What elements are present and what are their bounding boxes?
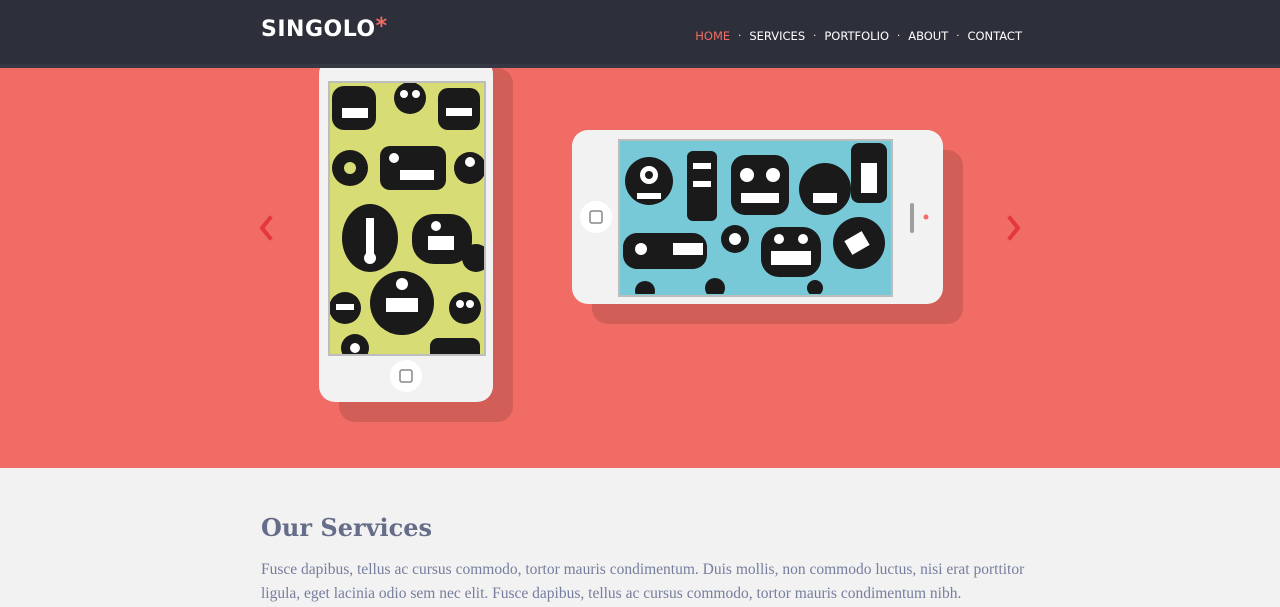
nav-separator: ·: [813, 30, 817, 42]
phone-speaker: [910, 203, 914, 233]
nav-separator: ·: [897, 30, 901, 42]
services-section: Our Services Fusce dapibus, tellus ac cu…: [0, 468, 1280, 607]
chevron-right-icon: [1007, 215, 1021, 241]
services-title: Our Services: [261, 513, 433, 542]
slider-next-button[interactable]: [1004, 208, 1024, 248]
logo[interactable]: SINGOLO*: [261, 14, 388, 42]
hero-slider: [0, 68, 1280, 468]
nav-services[interactable]: SERVICES: [749, 29, 805, 43]
main-nav: HOME · SERVICES · PORTFOLIO · ABOUT · CO…: [695, 29, 1022, 43]
slider-prev-button[interactable]: [256, 208, 276, 248]
logo-text: SINGOLO: [261, 17, 376, 42]
chevron-left-icon: [259, 215, 273, 241]
services-description: Fusce dapibus, tellus ac cursus commodo,…: [261, 561, 1025, 602]
home-button-icon: [580, 201, 612, 233]
nav-separator: ·: [738, 30, 742, 42]
logo-star: *: [375, 14, 388, 39]
nav-separator: ·: [956, 30, 960, 42]
site-header: SINGOLO* HOME · SERVICES · PORTFOLIO · A…: [0, 0, 1280, 68]
phone-vertical[interactable]: [310, 68, 525, 428]
phone-horizontal[interactable]: [565, 123, 975, 333]
nav-portfolio[interactable]: PORTFOLIO: [824, 29, 889, 43]
nav-about[interactable]: ABOUT: [908, 29, 948, 43]
nav-home[interactable]: HOME: [695, 29, 730, 43]
phone-camera: [923, 214, 929, 220]
nav-contact[interactable]: CONTACT: [967, 29, 1022, 43]
home-button-icon: [390, 360, 422, 392]
